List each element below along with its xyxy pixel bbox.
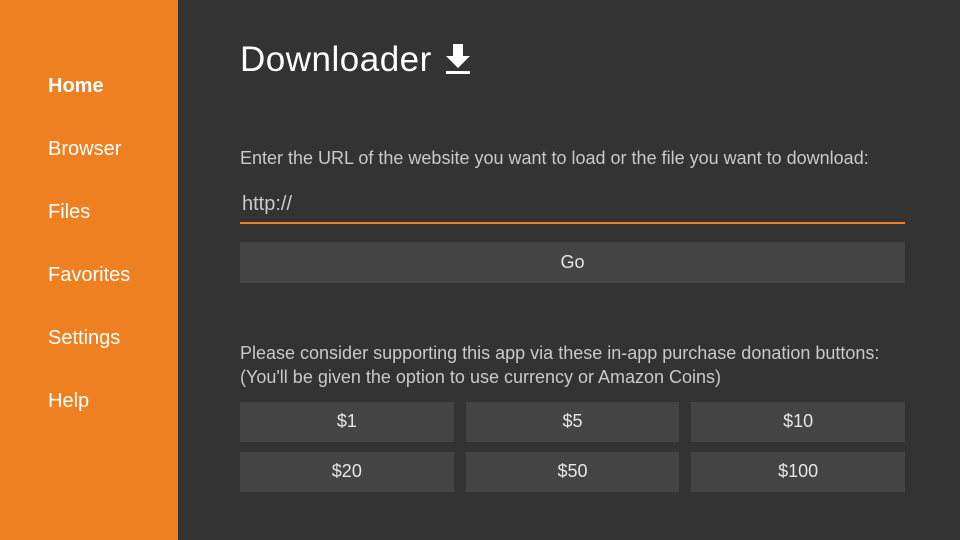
donation-button-5[interactable]: $5 [466, 402, 680, 442]
app-title: Downloader [240, 40, 432, 80]
sidebar: Home Browser Files Favorites Settings He… [0, 0, 178, 540]
sidebar-item-help[interactable]: Help [0, 370, 178, 433]
go-button[interactable]: Go [240, 242, 905, 283]
donation-button-50[interactable]: $50 [466, 452, 680, 492]
main-content: Downloader Enter the URL of the website … [178, 0, 960, 540]
donation-text: Please consider supporting this app via … [240, 341, 905, 390]
donation-grid: $1 $5 $10 $20 $50 $100 [240, 402, 905, 492]
sidebar-item-home[interactable]: Home [0, 55, 178, 118]
donation-text-line1: Please consider supporting this app via … [240, 343, 879, 363]
url-input-row [240, 189, 905, 224]
download-icon [444, 44, 472, 76]
sidebar-item-files[interactable]: Files [0, 181, 178, 244]
title-row: Downloader [240, 40, 905, 80]
donation-button-20[interactable]: $20 [240, 452, 454, 492]
donation-button-10[interactable]: $10 [691, 402, 905, 442]
url-input[interactable] [242, 193, 903, 216]
url-instruction: Enter the URL of the website you want to… [240, 148, 905, 169]
donation-text-line2: (You'll be given the option to use curre… [240, 367, 721, 387]
sidebar-item-settings[interactable]: Settings [0, 307, 178, 370]
donation-button-100[interactable]: $100 [691, 452, 905, 492]
sidebar-item-favorites[interactable]: Favorites [0, 244, 178, 307]
sidebar-item-browser[interactable]: Browser [0, 118, 178, 181]
donation-button-1[interactable]: $1 [240, 402, 454, 442]
